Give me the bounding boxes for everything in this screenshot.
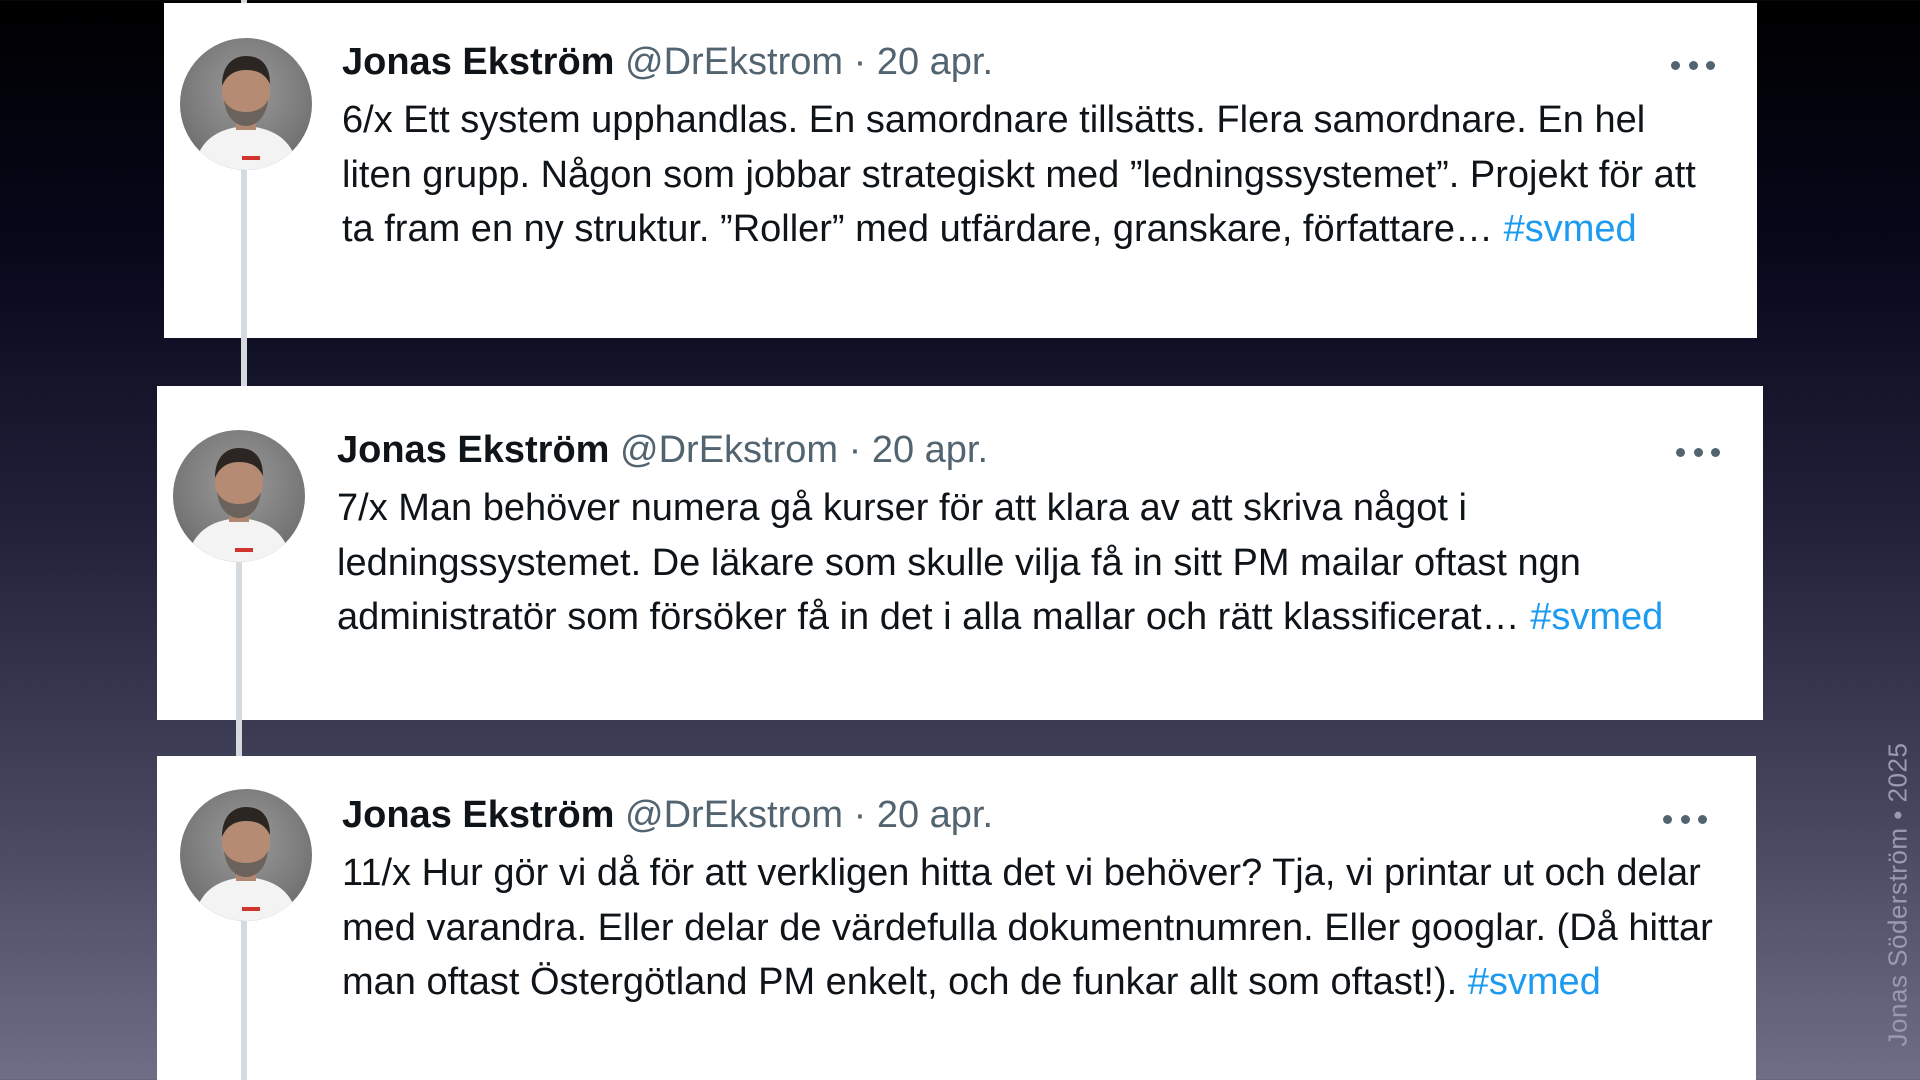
hashtag-link[interactable]: #svmed <box>1468 961 1601 1003</box>
tweet-content: Jonas Ekström @DrEkstrom · 20 apr. 11/x … <box>342 792 1717 1010</box>
thread-line <box>236 543 242 720</box>
tweet-date[interactable]: 20 apr. <box>877 41 993 83</box>
tweet-card[interactable]: Jonas Ekström @DrEkstrom · 20 apr. 11/x … <box>157 756 1756 1080</box>
more-options-icon <box>1706 60 1715 70</box>
tweet-text: 6/x Ett system upphandlas. En samordnare… <box>342 93 1702 257</box>
watermark-text: Jonas Söderström • 2025 <box>1882 742 1913 1046</box>
tweet-header: Jonas Ekström @DrEkstrom · 20 apr. <box>337 427 1717 473</box>
more-options-icon <box>1688 60 1698 70</box>
tweet-text: 11/x Hur gör vi då för att verkligen hit… <box>342 846 1717 1010</box>
more-options-button[interactable] <box>1676 442 1720 462</box>
separator-dot: · <box>853 41 867 83</box>
author-name[interactable]: Jonas Ekström <box>337 429 609 471</box>
tweet-date[interactable]: 20 apr. <box>877 794 993 836</box>
tweet-card[interactable]: Jonas Ekström @DrEkstrom · 20 apr. 7/x M… <box>157 386 1763 720</box>
thread-line <box>241 163 247 338</box>
more-options-button[interactable] <box>1663 809 1707 829</box>
avatar-photo-icon <box>194 807 298 921</box>
more-options-icon <box>1663 814 1672 824</box>
tweet-content: Jonas Ekström @DrEkstrom · 20 apr. 6/x E… <box>342 39 1702 257</box>
author-name[interactable]: Jonas Ekström <box>342 41 614 83</box>
more-options-icon <box>1698 814 1707 824</box>
tweet-content: Jonas Ekström @DrEkstrom · 20 apr. 7/x M… <box>337 427 1717 645</box>
author-name[interactable]: Jonas Ekström <box>342 794 614 836</box>
tweet-text: 7/x Man behöver numera gå kurser för att… <box>337 481 1717 645</box>
thread-line <box>241 916 247 1080</box>
more-options-button[interactable] <box>1671 55 1715 75</box>
tweet-header: Jonas Ekström @DrEkstrom · 20 apr. <box>342 39 1702 85</box>
watermark: Jonas Söderström • 2025 <box>1868 734 1920 1054</box>
hashtag-link[interactable]: #svmed <box>1530 596 1663 638</box>
tweet-card[interactable]: Jonas Ekström @DrEkstrom · 20 apr. 6/x E… <box>164 3 1757 338</box>
tweet-date[interactable]: 20 apr. <box>872 429 988 471</box>
more-options-icon <box>1671 60 1680 70</box>
author-handle[interactable]: @DrEkstrom <box>625 41 843 83</box>
avatar[interactable] <box>173 430 305 562</box>
separator-dot: · <box>853 794 867 836</box>
tweet-header: Jonas Ekström @DrEkstrom · 20 apr. <box>342 792 1717 838</box>
hashtag-link[interactable]: #svmed <box>1504 208 1637 250</box>
tweet-body: 7/x Man behöver numera gå kurser för att… <box>337 487 1581 638</box>
more-options-icon <box>1693 447 1703 457</box>
avatar-photo-icon <box>187 448 291 562</box>
thread-line <box>236 720 242 756</box>
avatar[interactable] <box>180 789 312 921</box>
avatar-photo-icon <box>194 56 298 170</box>
author-handle[interactable]: @DrEkstrom <box>620 429 838 471</box>
more-options-icon <box>1676 447 1685 457</box>
author-handle[interactable]: @DrEkstrom <box>625 794 843 836</box>
tweet-body: 6/x Ett system upphandlas. En samordnare… <box>342 99 1696 250</box>
thread-line <box>241 338 247 386</box>
more-options-icon <box>1680 814 1690 824</box>
separator-dot: · <box>848 429 862 471</box>
avatar[interactable] <box>180 38 312 170</box>
more-options-icon <box>1711 447 1720 457</box>
